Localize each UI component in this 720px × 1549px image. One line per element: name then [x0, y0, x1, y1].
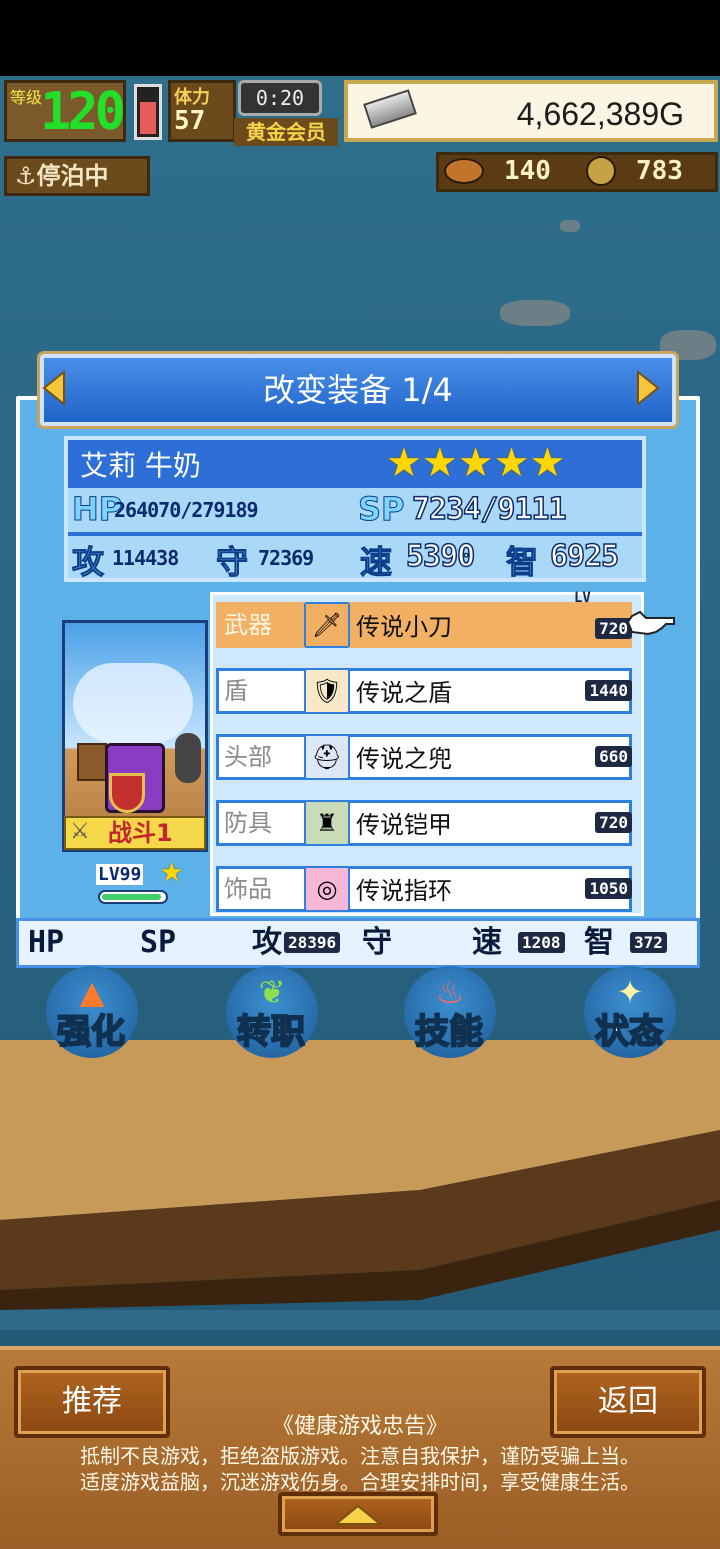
timer: 0:20 [238, 80, 322, 116]
resource-b-value: 783 [636, 156, 683, 186]
status-docked: ⚓停泊中 [4, 156, 150, 196]
summary-spd-value: 1208 [518, 932, 565, 953]
exp-bar [98, 890, 168, 904]
atk-value: 114438 [112, 546, 179, 570]
item-level: 720 [595, 812, 632, 833]
sp-value: 7234/9111 [411, 491, 567, 528]
star-icons: ★★★★★ [386, 440, 566, 486]
summary-atk-value: 28396 [284, 932, 341, 953]
item-name: 传说指环 [356, 877, 452, 905]
triangle-up-icon [334, 1504, 382, 1525]
helmet-icon: ⛑ [304, 734, 350, 780]
item-name: 传说之盾 [356, 679, 452, 707]
stamina-gauge-fill [140, 101, 156, 134]
character-name: 艾莉 牛奶 [80, 449, 201, 482]
star-icon: ★ [160, 858, 184, 888]
armor-icon: ♜ [304, 800, 350, 846]
item-name: 传说小刀 [356, 613, 452, 641]
armor-stand [175, 733, 201, 783]
summary-def-label: 守 [362, 925, 392, 960]
panel-title: 改变装备 1/4 [263, 371, 453, 409]
summary-atk-label: 攻 [252, 925, 282, 960]
rock [500, 300, 570, 326]
sp-label: SP [358, 490, 405, 529]
health-advice-line-1: 抵制不良游戏，拒绝盗版游戏。注意自我保护，谨防受骗上当。 [80, 1444, 640, 1468]
sword-icon: ⚔ [70, 819, 90, 844]
prev-arrow-icon[interactable] [42, 369, 66, 407]
resource-a-value: 140 [504, 156, 551, 186]
level-label: 等级 [10, 88, 43, 107]
item-level: 1050 [585, 878, 632, 899]
ring-icon: ◎ [304, 866, 350, 912]
item-name: 传说之兜 [356, 745, 452, 773]
health-advice-title: 《健康游戏忠告》 [271, 1414, 448, 1439]
status-label: 状态 [594, 1011, 664, 1053]
item-level: 660 [595, 746, 632, 767]
pointing-hand-icon [626, 610, 675, 636]
int-label: 智 [505, 543, 539, 582]
health-advice-line-2: 适度游戏益脑，沉迷游戏伤身。合理安排时间，享受健康生活。 [80, 1470, 640, 1494]
cloud [73, 663, 193, 743]
barrel [77, 743, 107, 781]
hp-value: 264070/279189 [114, 498, 259, 522]
stamina-gauge [134, 84, 162, 140]
slot-label: 头部 [224, 743, 272, 771]
slot-label: 武器 [224, 611, 272, 639]
knife-icon: 🗡 [304, 602, 350, 648]
shield-sprite [109, 773, 145, 813]
spd-value: 5390 [405, 538, 476, 575]
class-change-label: 转职 [236, 1011, 306, 1053]
status-bar-area [0, 0, 720, 76]
level-value: 120 [40, 82, 126, 142]
int-value: 6925 [549, 538, 620, 575]
item-name: 传说铠甲 [356, 811, 452, 839]
member-badge[interactable]: 黄金会员 [234, 118, 338, 146]
exp-fill [102, 894, 161, 900]
summary-int-label: 智 [584, 925, 614, 960]
def-value: 72369 [258, 546, 314, 570]
summary-spd-label: 速 [472, 925, 502, 960]
spd-label: 速 [359, 543, 393, 582]
item-level: 1440 [585, 680, 632, 701]
rock [560, 220, 580, 232]
summary-int-value: 372 [630, 932, 667, 953]
summary-sp-label: SP [140, 925, 177, 960]
coin-icon [586, 156, 616, 186]
atk-label: 攻 [71, 543, 105, 582]
stamina-value: 57 [174, 106, 206, 136]
skills-label: 技能 [414, 1011, 484, 1053]
summary-hp-label: HP [28, 925, 65, 960]
gold-value: 4,662,389G [516, 96, 684, 132]
def-label: 守 [215, 543, 249, 582]
next-arrow-icon[interactable] [636, 369, 660, 407]
food-icon [444, 158, 484, 184]
slot-label: 饰品 [224, 875, 272, 903]
slot-label: 盾 [224, 677, 248, 705]
game-scene: 等级 120 体力 57 0:20 黄金会员 4,662,389G ⚓停泊中 1… [0, 0, 720, 1549]
rarity-stars: ★★★★★ [386, 440, 566, 486]
shield-icon: 🛡 [304, 668, 350, 714]
enhance-label: 强化 [56, 1011, 126, 1053]
slot-label: 防具 [224, 809, 272, 837]
character-level: LV99 [96, 864, 144, 885]
